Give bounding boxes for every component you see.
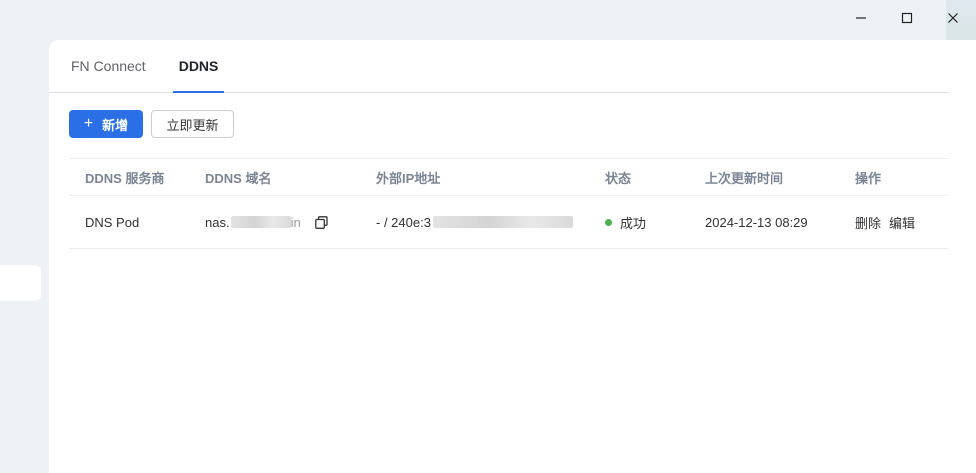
minimize-button[interactable] — [838, 0, 884, 36]
toolbar: + 新增 立即更新 — [69, 110, 234, 138]
header-domain: DDNS 域名 — [205, 170, 272, 186]
update-now-label: 立即更新 — [166, 117, 219, 133]
cell-provider: DNS Pod — [85, 214, 140, 230]
table-header: DDNS 服务商 DDNS 域名 外部IP地址 状态 上次更新时间 操作 — [69, 158, 949, 196]
ip-prefix: - / 240e:3 — [376, 214, 431, 230]
domain-prefix: nas. — [205, 214, 230, 230]
plus-icon: + — [83, 115, 94, 132]
header-provider: DDNS 服务商 — [85, 170, 165, 186]
redacted-ip — [432, 216, 573, 228]
table-row: DNS Pod nas. in - / 240e:3 成功 2024-12-13… — [69, 196, 949, 249]
maximize-button[interactable] — [884, 0, 930, 36]
add-button-label: 新增 — [102, 117, 129, 133]
domain-suffix: in — [290, 214, 301, 230]
header-actions: 操作 — [855, 170, 882, 186]
status-dot-icon — [605, 218, 612, 226]
cell-status: 成功 — [605, 196, 646, 248]
tab-bar: FN Connect DDNS — [49, 40, 949, 93]
window-controls — [838, 0, 976, 36]
add-button[interactable]: + 新增 — [69, 110, 143, 138]
maximize-icon — [901, 12, 913, 24]
background-panel — [0, 265, 41, 301]
cell-domain: nas. in — [205, 196, 328, 248]
close-icon — [948, 13, 958, 23]
ddns-table: DDNS 服务商 DDNS 域名 外部IP地址 状态 上次更新时间 操作 DNS… — [69, 158, 949, 249]
tab-fn-connect[interactable]: FN Connect — [69, 40, 148, 92]
copy-icon[interactable] — [314, 215, 328, 229]
minimize-icon — [856, 17, 866, 19]
cell-last-updated: 2024-12-13 08:29 — [705, 214, 808, 230]
close-button[interactable] — [930, 0, 976, 36]
tab-ddns[interactable]: DDNS — [172, 40, 225, 93]
cell-actions: 删除 编辑 — [855, 196, 923, 248]
delete-link[interactable]: 删除 — [855, 213, 881, 232]
edit-link[interactable]: 编辑 — [889, 213, 915, 232]
header-last-updated: 上次更新时间 — [705, 170, 784, 186]
app-window: FN Connect DDNS + 新增 立即更新 DDNS 服务商 DDNS … — [49, 40, 976, 473]
status-text: 成功 — [620, 215, 647, 231]
update-now-button[interactable]: 立即更新 — [151, 110, 234, 138]
header-status: 状态 — [605, 170, 632, 186]
cell-external-ip: - / 240e:3 — [376, 196, 573, 248]
header-external-ip: 外部IP地址 — [376, 170, 441, 186]
redacted-domain — [230, 216, 291, 228]
